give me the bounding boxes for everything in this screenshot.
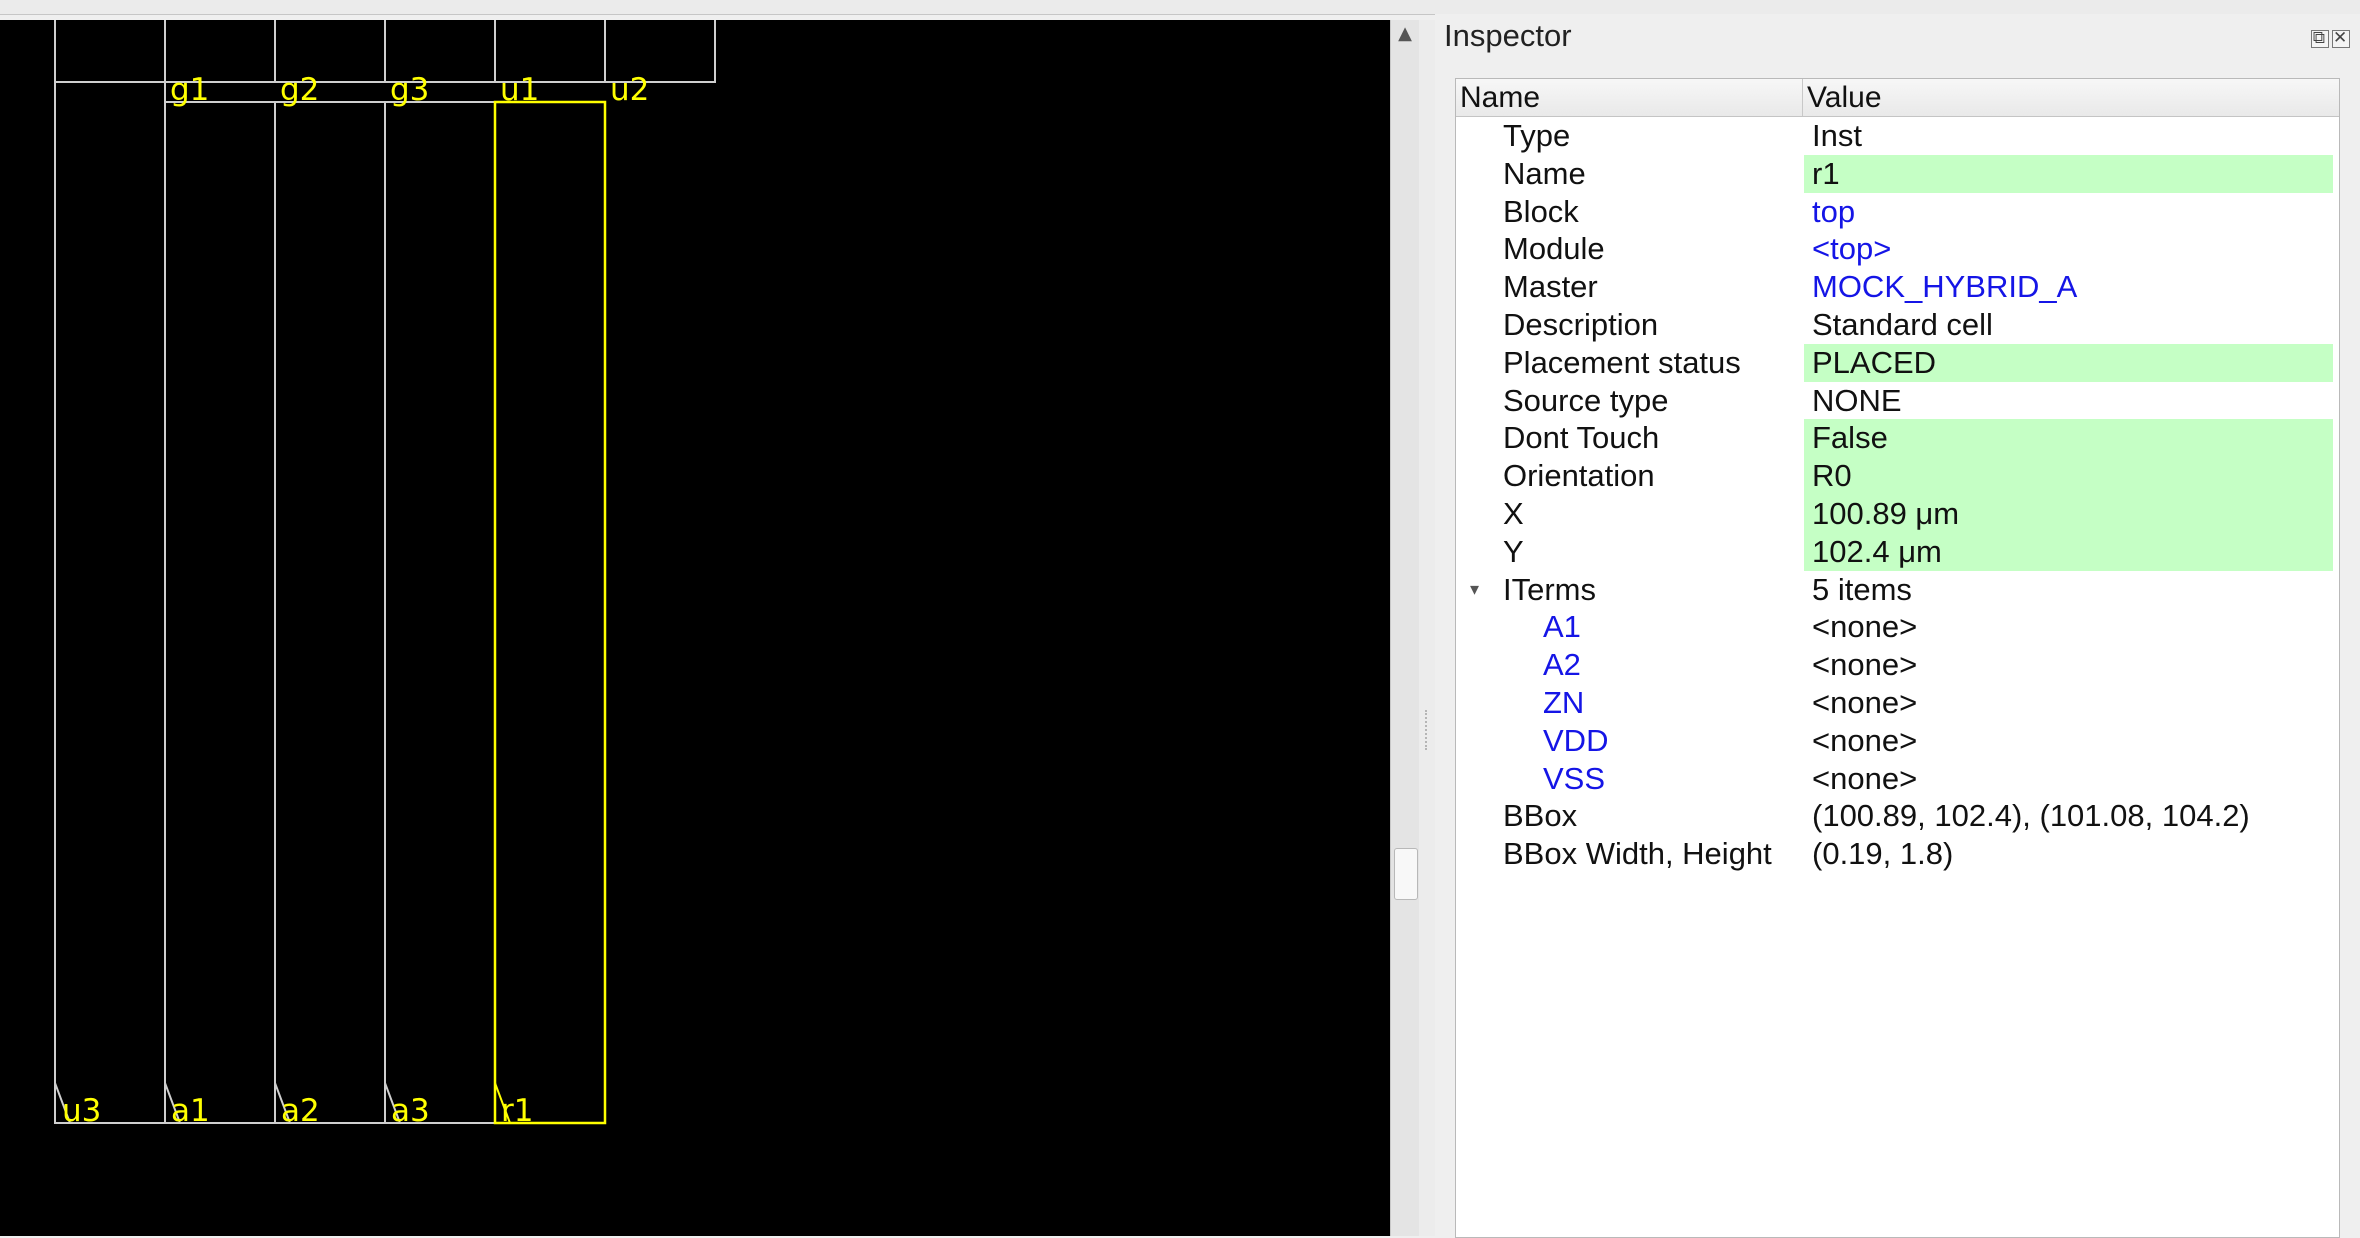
cell-label-u2: u2 — [610, 72, 649, 108]
property-name: Y — [1503, 533, 1524, 569]
column-header-value[interactable]: Value — [1803, 79, 2337, 116]
main-toolbar-strip — [0, 0, 2360, 15]
property-row[interactable]: A1 <none> — [1456, 608, 2339, 646]
property-row[interactable]: X 100.89 μm — [1456, 495, 2339, 533]
cell-label-g1: g1 — [170, 72, 209, 108]
property-name: Placement status — [1503, 344, 1741, 380]
cell-label-u3: u3 — [62, 1093, 101, 1129]
property-row[interactable]: VSS <none> — [1456, 760, 2339, 798]
cell-outline-top-0 — [54, 20, 166, 83]
property-row[interactable]: VDD <none> — [1456, 722, 2339, 760]
property-row[interactable]: Type Inst — [1456, 117, 2339, 155]
property-name: VSS — [1543, 760, 1606, 796]
property-name: Type — [1503, 118, 1571, 153]
property-name: Orientation — [1503, 458, 1655, 494]
scroll-up-arrow-icon[interactable]: ▲ — [1391, 20, 1419, 48]
inspector-property-tree[interactable]: Name Value Type Inst Name r1 Block top Module <… — [1455, 78, 2340, 1238]
property-row[interactable]: ▾ ITerms 5 items — [1456, 571, 2339, 609]
property-name: Name — [1503, 155, 1586, 191]
property-name: X — [1503, 496, 1524, 531]
property-name: A2 — [1543, 647, 1581, 683]
layout-vertical-scrollbar[interactable]: ▲ — [1390, 20, 1419, 1236]
property-value: (100.89, 102.4), (101.08, 104.2) — [1812, 798, 2250, 834]
property-row[interactable]: Master MOCK_HYBRID_A — [1456, 268, 2339, 306]
close-dock-icon[interactable]: ✕ — [2332, 30, 2350, 48]
cell-label-a3: a3 — [391, 1093, 430, 1129]
property-name: Master — [1503, 269, 1598, 305]
property-name: Dont Touch — [1503, 420, 1660, 456]
tree-header: Name Value — [1456, 79, 2339, 117]
property-value[interactable]: 102.4 μm — [1804, 532, 2333, 571]
property-name: Block — [1503, 193, 1579, 229]
property-row[interactable]: BBox Width, Height (0.19, 1.8) — [1456, 835, 2339, 873]
property-value: (0.19, 1.8) — [1812, 836, 1954, 872]
property-name: ZN — [1543, 685, 1585, 720]
layout-view-canvas[interactable]: g1 g2 g3 u1 u2 u3 a1 a2 a3 r1 — [0, 20, 1390, 1236]
property-value[interactable]: <top> — [1804, 230, 2333, 268]
property-row[interactable]: BBox (100.89, 102.4), (101.08, 104.2) — [1456, 797, 2339, 835]
property-value[interactable]: R0 — [1804, 457, 2333, 495]
property-row[interactable]: Module <top> — [1456, 230, 2339, 268]
property-value[interactable]: r1 — [1804, 154, 2333, 193]
column-header-name[interactable]: Name — [1456, 79, 1803, 116]
layout-drawing: g1 g2 g3 u1 u2 u3 a1 a2 a3 r1 — [54, 20, 716, 1129]
property-value: <none> — [1812, 609, 1918, 645]
property-row[interactable]: Name r1 — [1456, 154, 2339, 193]
property-value[interactable]: MOCK_HYBRID_A — [1804, 268, 2333, 306]
property-value: <none> — [1812, 722, 1918, 758]
property-name: A1 — [1543, 609, 1581, 645]
property-row[interactable]: ZN <none> — [1456, 684, 2339, 722]
property-row[interactable]: Block top — [1456, 193, 2339, 231]
property-name: Description — [1503, 307, 1659, 342]
splitter-grip-icon — [1425, 710, 1430, 750]
property-name: BBox Width, Height — [1503, 836, 1772, 872]
property-value[interactable]: PLACED — [1804, 343, 2333, 382]
scrollbar-thumb[interactable] — [1394, 848, 1418, 900]
property-name: Source type — [1503, 382, 1669, 418]
cell-label-a1: a1 — [171, 1093, 210, 1129]
dock-window-controls: ⧉ ✕ — [2308, 28, 2350, 48]
property-row[interactable]: Source type NONE — [1456, 382, 2339, 420]
property-value: Standard cell — [1812, 307, 1993, 342]
property-value: NONE — [1812, 382, 1902, 418]
float-dock-icon[interactable]: ⧉ — [2311, 30, 2329, 48]
cell-outline-a3[interactable] — [384, 101, 496, 1124]
property-value[interactable]: False — [1804, 419, 2333, 458]
property-row[interactable]: Description Standard cell — [1456, 306, 2339, 344]
property-row[interactable]: Dont Touch False — [1456, 419, 2339, 458]
cell-outline-a2[interactable] — [274, 101, 386, 1124]
property-value: <none> — [1812, 647, 1918, 683]
property-value: <none> — [1812, 760, 1918, 796]
cell-label-r1: r1 — [501, 1093, 533, 1129]
property-value: Inst — [1812, 118, 1862, 153]
inspector-title: Inspector — [1444, 18, 1572, 53]
property-value[interactable]: 100.89 μm — [1804, 495, 2333, 533]
property-value: 5 items — [1812, 571, 1912, 607]
cell-label-g2: g2 — [280, 72, 319, 108]
property-name: ITerms — [1503, 571, 1596, 607]
cell-outline-a1[interactable] — [164, 101, 276, 1124]
property-name: BBox — [1503, 798, 1578, 834]
expand-caret-icon[interactable]: ▾ — [1470, 571, 1479, 609]
cell-label-u1: u1 — [500, 72, 539, 108]
cell-outline-r1-selected[interactable] — [493, 100, 607, 1125]
property-row[interactable]: A2 <none> — [1456, 646, 2339, 684]
property-row[interactable]: Y 102.4 μm — [1456, 532, 2339, 571]
property-name: Module — [1503, 231, 1605, 267]
property-value[interactable]: top — [1804, 193, 2333, 231]
property-name: VDD — [1543, 722, 1609, 758]
property-row[interactable]: Orientation R0 — [1456, 457, 2339, 495]
dock-splitter-handle[interactable] — [1419, 20, 1435, 1236]
cell-label-a2: a2 — [281, 1093, 320, 1129]
inspector-dock: Inspector ⧉ ✕ Name Value Type Inst Name r1 Bl… — [1435, 14, 2360, 1238]
property-value: <none> — [1812, 685, 1918, 720]
cell-outline-u3[interactable] — [54, 20, 166, 1124]
property-row[interactable]: Placement status PLACED — [1456, 343, 2339, 382]
cell-label-g3: g3 — [390, 72, 429, 108]
